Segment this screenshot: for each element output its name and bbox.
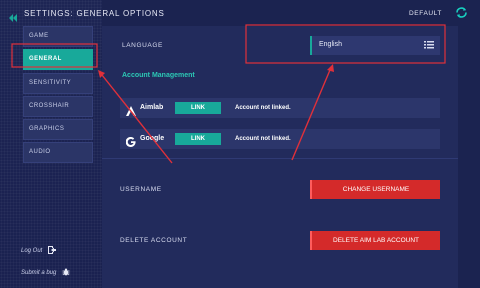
submit-bug-link[interactable]: Submit a bug — [21, 262, 70, 284]
nav-item-crosshair[interactable]: CROSSHAIR — [23, 95, 93, 117]
section-divider — [102, 158, 458, 159]
back-arrow-icon[interactable] — [9, 9, 18, 27]
account-name: Aimlab — [140, 104, 164, 111]
delete-account-button[interactable]: DELETE AIM LAB ACCOUNT — [310, 231, 440, 250]
language-label: LANGUAGE — [122, 42, 163, 49]
language-value: English — [319, 41, 342, 48]
account-management-title: Account Management — [122, 72, 195, 79]
link-google-button[interactable]: LINK — [175, 133, 221, 145]
reset-defaults-icon[interactable] — [455, 6, 468, 19]
username-label: USERNAME — [120, 186, 162, 193]
page-title: SETTINGS: GENERAL OPTIONS — [24, 9, 165, 18]
list-icon — [424, 41, 434, 51]
logout-label: Log Out — [21, 248, 43, 254]
nav-item-sensitivity[interactable]: SENSITIVITY — [23, 72, 93, 94]
bug-icon — [62, 268, 70, 278]
header: SETTINGS: GENERAL OPTIONS DEFAULT — [0, 0, 480, 26]
nav-item-game[interactable]: GAME — [23, 26, 93, 47]
account-status: Account not linked. — [235, 135, 291, 142]
logout-icon — [48, 246, 57, 256]
nav-item-graphics[interactable]: GRAPHICS — [23, 119, 93, 141]
account-name: Google — [140, 135, 165, 142]
change-username-button[interactable]: CHANGE USERNAME — [310, 180, 440, 199]
settings-nav: GAME GENERAL SENSITIVITY CROSSHAIR GRAPH… — [23, 26, 93, 166]
google-logo-icon — [125, 134, 136, 152]
account-status: Account not linked. — [235, 104, 291, 111]
side-links: Log Out Submit a bug — [21, 240, 70, 284]
delete-account-label: DELETE ACCOUNT — [120, 237, 188, 244]
account-row-aimlab: Aimlab LINK Account not linked. — [120, 98, 440, 118]
aimlab-logo-icon — [126, 103, 136, 121]
nav-item-audio[interactable]: AUDIO — [23, 142, 93, 164]
submit-bug-label: Submit a bug — [21, 270, 57, 276]
nav-item-general[interactable]: GENERAL — [23, 49, 93, 71]
language-select[interactable]: English — [310, 36, 440, 55]
link-aimlab-button[interactable]: LINK — [175, 102, 221, 114]
default-label[interactable]: DEFAULT — [409, 10, 442, 17]
account-row-google: Google LINK Account not linked. — [120, 129, 440, 149]
logout-link[interactable]: Log Out — [21, 240, 70, 262]
